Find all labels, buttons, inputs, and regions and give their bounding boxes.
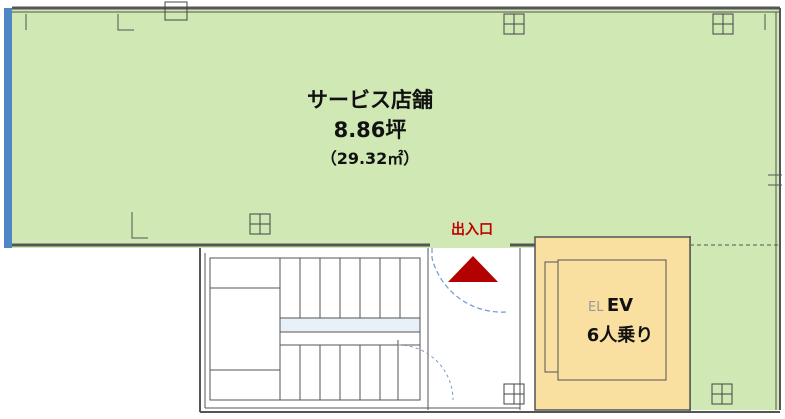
left-edge-bar [4, 8, 12, 248]
stairs [209, 257, 454, 401]
shop-area-sqm: （29.32㎡） [320, 149, 420, 168]
floor-plan [4, 1, 782, 413]
shop-area-extension [690, 240, 780, 410]
shop-area-tsubo: 8.86坪 [333, 118, 407, 142]
elevator-label: EV [606, 295, 634, 316]
elevator-capacity: 6人乗り [586, 325, 654, 346]
shop-name: サービス店舗 [307, 88, 433, 112]
entrance-arrow [448, 256, 498, 282]
entrance-label: 出入口 [451, 222, 493, 238]
